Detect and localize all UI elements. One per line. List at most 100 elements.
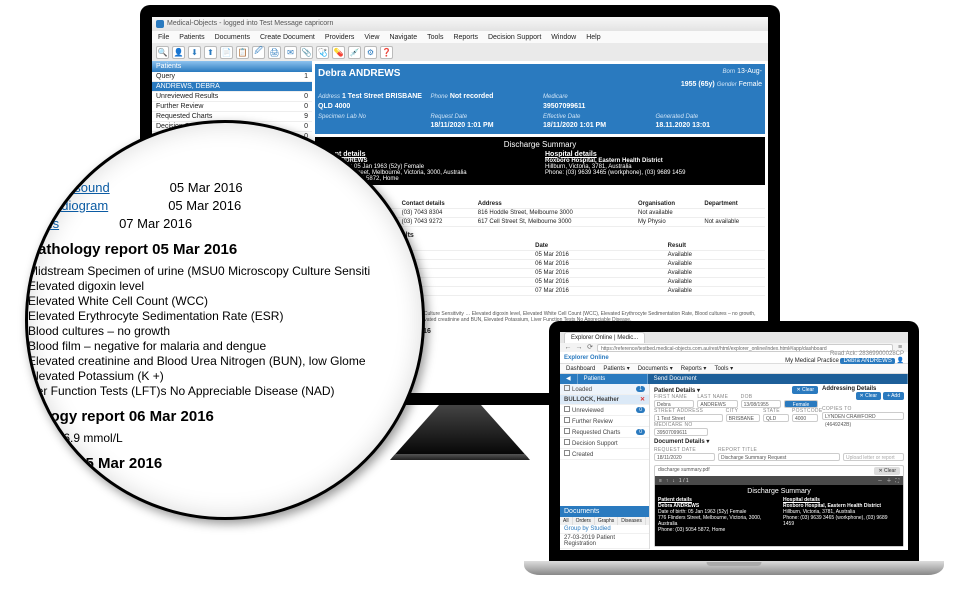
patients-row[interactable]: Query1 [152, 72, 312, 82]
app-menu-item[interactable]: Documents ▾ [638, 365, 673, 372]
report-heading: hology report 06 Mar 2016 [28, 408, 425, 425]
toolbar-icon[interactable]: 🩺 [316, 46, 329, 59]
magnifier-lens: All Disease Grou... Sort nal ultrasound0… [25, 120, 425, 520]
pdf-tool-icon[interactable]: ⛶ [895, 478, 899, 484]
app-menu-item[interactable]: Dashboard [566, 366, 595, 372]
patient-chip[interactable]: Debra ANDREWS [840, 358, 894, 364]
pdf-clear[interactable]: ✕ Clear [874, 467, 900, 475]
upload-hint[interactable]: Upload letter or report [843, 453, 904, 461]
documents-title: Documents [560, 506, 649, 517]
app-menu: Dashboard Patients ▾ Documents ▾ Reports… [560, 364, 908, 374]
footer-actions: Clear Send [560, 549, 908, 550]
doc-tab[interactable]: Graphs [595, 517, 618, 525]
request-date-field[interactable]: 18/11/2020 [654, 453, 715, 461]
sidebar-item[interactable]: Further Review [560, 416, 649, 427]
mag-tabs: All Disease Grou... [28, 148, 425, 158]
toolbar-icon[interactable]: ⬆ [204, 46, 217, 59]
result-row[interactable]: trocardiogram05 Mar 2016 [28, 198, 425, 213]
forward-icon[interactable]: → [575, 344, 583, 352]
toolbar-icon[interactable]: ⚙ [364, 46, 377, 59]
document-row[interactable]: 27-03-2019 Patient Registration [560, 534, 649, 549]
city-field[interactable]: BRISBANE [726, 414, 760, 422]
result-row[interactable]: nal ultrasound05 Mar 2016 [28, 180, 425, 195]
toolbar-icon[interactable]: 👤 [172, 46, 185, 59]
addr-add[interactable]: + Add [883, 392, 904, 400]
sidebar-item[interactable]: Created [560, 449, 649, 460]
menu-documents[interactable]: Documents [215, 34, 250, 41]
group-by[interactable]: Group by Studied [560, 525, 649, 534]
toolbar-icon[interactable]: 💉 [348, 46, 361, 59]
back-button[interactable]: ◀ [560, 374, 578, 384]
report-title-field[interactable]: Discharge Summary Request [718, 453, 840, 461]
menu-window[interactable]: Window [551, 34, 576, 41]
menu-help[interactable]: Help [586, 34, 600, 41]
menu-reports[interactable]: Reports [453, 34, 478, 41]
sidebar-item[interactable]: Requested Charts0 [560, 427, 649, 438]
sidebar-patient-row[interactable]: BULLOCK, Heather✕ [560, 395, 649, 405]
browser-tab[interactable]: Explorer Online | Medic... [564, 332, 645, 343]
app-icon [156, 20, 164, 28]
toolbar-icon[interactable]: ⬇ [188, 46, 201, 59]
pdf-tool-icon[interactable]: ↑ [666, 478, 669, 484]
pdf-tool-icon[interactable]: ↓ [672, 478, 675, 484]
browser-chrome: Explorer Online | Medic... ← → ⟳ https:/… [560, 332, 908, 352]
toolbar-icon[interactable]: ✉ [284, 46, 297, 59]
laptop-base [524, 561, 944, 575]
doc-tab[interactable]: Orders [573, 517, 595, 525]
back-icon[interactable]: ← [564, 344, 572, 352]
toolbar-icon[interactable]: 📋 [236, 46, 249, 59]
patient-card: Debra ANDREWS Born 13-Aug- 1955 (65y) Ge… [315, 64, 765, 134]
patients-row[interactable]: Further Review0 [152, 102, 312, 112]
pdf-tool-icon[interactable]: ≡ [659, 478, 662, 484]
toolbar-icon[interactable]: 🖉 [252, 46, 265, 59]
section-patients: Patients [578, 374, 648, 384]
first-name-field[interactable]: Debra [654, 400, 694, 408]
sidebar-item[interactable]: Loaded1 [560, 384, 649, 395]
sidebar-item[interactable]: Unreviewed0 [560, 405, 649, 416]
patients-row-selected[interactable]: ANDREWS, DEBRA [152, 82, 312, 92]
post-field[interactable]: 4000 [792, 414, 818, 422]
menu-providers[interactable]: Providers [325, 34, 355, 41]
app-menu-item[interactable]: Reports ▾ [681, 365, 707, 372]
menu-create-document[interactable]: Create Document [260, 34, 315, 41]
menu-file[interactable]: File [158, 34, 169, 41]
app-menu-item[interactable]: Patients ▾ [603, 365, 629, 372]
toolbar-icon[interactable]: 📎 [300, 46, 313, 59]
patients-panel-title: Patients [152, 61, 312, 72]
state-field[interactable]: QLD [763, 414, 789, 422]
sort-header: Sort [28, 162, 425, 176]
app-header: Explorer Online Read Ack: 28369900028CP … [560, 352, 908, 364]
doc-tab[interactable]: All [560, 517, 573, 525]
clear-button[interactable]: ✕ Clear [792, 386, 818, 394]
patients-row[interactable]: Unreviewed Results0 [152, 92, 312, 102]
menu-view[interactable]: View [364, 34, 379, 41]
result-row[interactable]: loods07 Mar 2016 [28, 216, 425, 231]
last-name-field[interactable]: ANDREWS [697, 400, 737, 408]
laptop-main: Patient Details ▾✕ Clear FIRST NAMEDebra… [650, 384, 908, 549]
pdf-tool-icon[interactable]: － [877, 477, 882, 484]
menu-patients[interactable]: Patients [179, 34, 204, 41]
dob-field[interactable]: 13/08/1955 [741, 400, 781, 408]
toolbar-icon[interactable]: 🔍 [156, 46, 169, 59]
addressing-line[interactable]: LYNDEN CRAWFORD (4649242B) [822, 412, 904, 420]
doc-details-title[interactable]: Document Details ▾ [654, 438, 709, 445]
addr-clear[interactable]: ✕ Clear [856, 392, 882, 400]
medicare-field[interactable]: 39507099611 [654, 428, 708, 436]
patient-details-title[interactable]: Patient Details ▾ [654, 387, 700, 394]
menu-navigate[interactable]: Navigate [389, 34, 417, 41]
pdf-tool-icon[interactable]: ＋ [886, 477, 891, 484]
user-icon[interactable]: 👤 [897, 358, 904, 364]
toolbar-icon[interactable]: 🖨 [268, 46, 281, 59]
reload-icon[interactable]: ⟳ [586, 344, 594, 352]
sidebar-item[interactable]: Decision Support [560, 438, 649, 449]
toolbar-icon[interactable]: ❓ [380, 46, 393, 59]
menu-tools[interactable]: Tools [427, 34, 443, 41]
menu-decision-support[interactable]: Decision Support [488, 34, 541, 41]
doc-tab[interactable]: Diseases [618, 517, 646, 525]
toolbar-icon[interactable]: 💊 [332, 46, 345, 59]
toolbar-icon[interactable]: 📄 [220, 46, 233, 59]
pdf-preview: Discharge Summary Patient details Debra … [655, 485, 903, 546]
app-menu-item[interactable]: Tools ▾ [714, 365, 733, 372]
sex-field[interactable]: Female [784, 400, 818, 408]
street-field[interactable]: 1 Test Street [654, 414, 723, 422]
